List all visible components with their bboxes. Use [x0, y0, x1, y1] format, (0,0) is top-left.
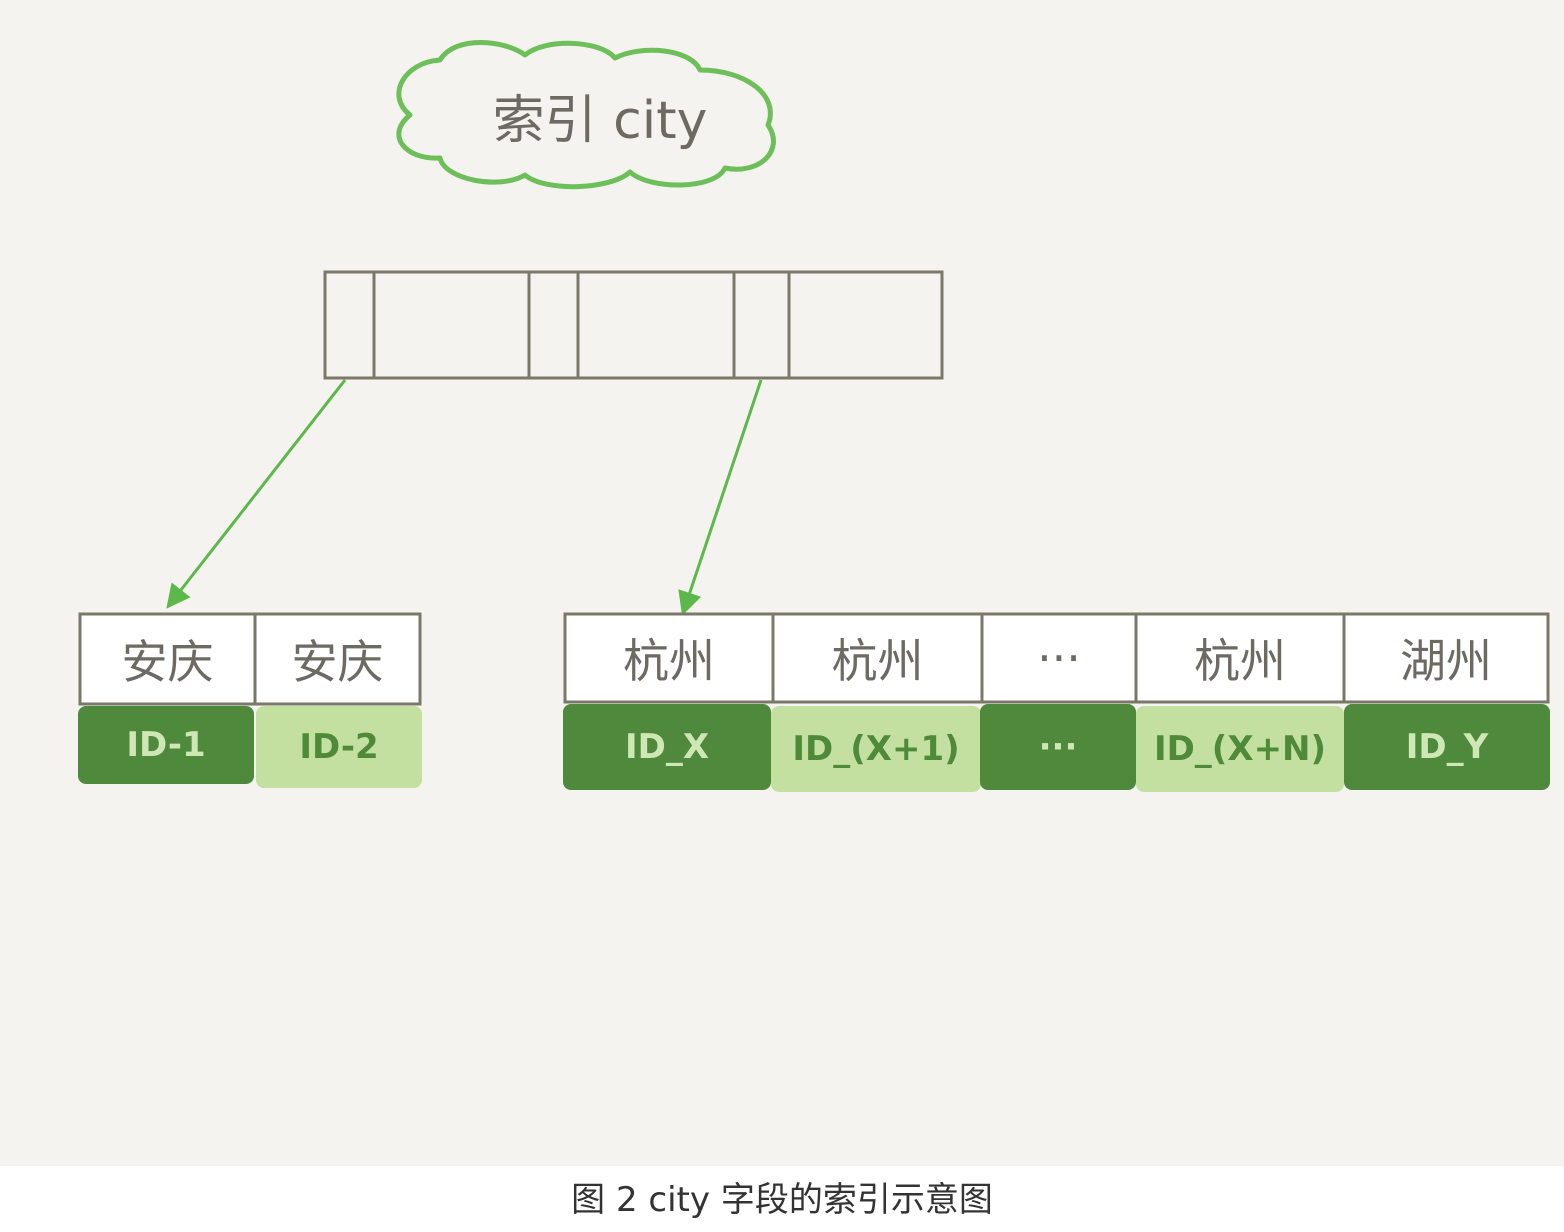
- row-id: ID-2: [299, 727, 379, 767]
- leaf-key-ellipsis: ···: [1037, 631, 1081, 685]
- leaf-key: 安庆: [121, 635, 214, 689]
- leaf-key: 杭州: [831, 634, 924, 688]
- leaf-key: 安庆: [291, 635, 384, 689]
- diagram-svg: [78, 40, 1550, 792]
- row-id: ID_Y: [1405, 727, 1489, 767]
- pointer-arrow-right: [678, 379, 763, 616]
- row-id: ID-1: [126, 725, 206, 765]
- leaf-key: 杭州: [1194, 634, 1286, 688]
- row-id: ID_(X+1): [792, 729, 960, 769]
- row-id-ellipsis: ···: [1038, 727, 1078, 767]
- row-id: ID_X: [624, 727, 710, 767]
- diagram-canvas: 索引 city 安庆 安庆 ID-1 ID-2 杭州 杭州 ··· 杭州 湖州 …: [0, 0, 1564, 1166]
- row-id: ID_(X+N): [1153, 729, 1327, 769]
- leaf-key: 湖州: [1400, 634, 1492, 688]
- index-title: 索引 city: [492, 90, 708, 151]
- internal-node: [323, 270, 944, 380]
- pointer-arrow-left: [166, 379, 347, 609]
- leaf-key: 杭州: [623, 634, 715, 688]
- figure-caption: 图 2 city 字段的索引示意图: [571, 1180, 993, 1220]
